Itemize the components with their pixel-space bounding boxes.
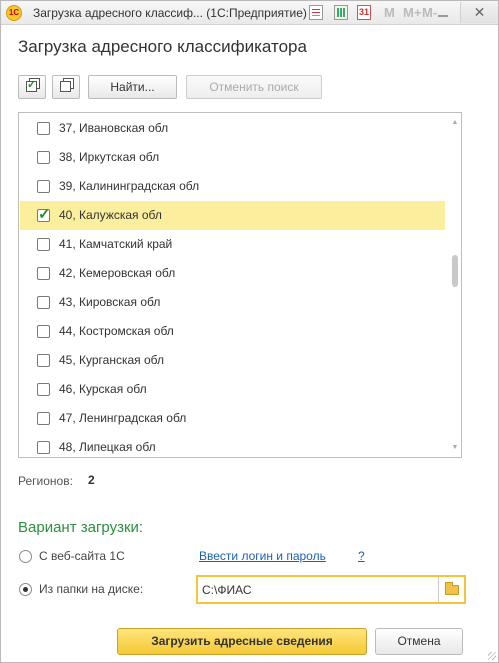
region-checkbox[interactable] [37,441,50,454]
region-checkbox[interactable] [37,354,50,367]
list-item[interactable]: 46, Курская обл [20,375,445,404]
list-item[interactable]: 42, Кемеровская обл [20,259,445,288]
region-label: 39, Калининградская обл [59,179,200,193]
uncheck-all-button[interactable] [52,75,80,99]
document-icon[interactable] [309,5,323,20]
window-title: Загрузка адресного классиф... (1С:Предпр… [33,6,307,20]
cancel-search-button[interactable]: Отменить поиск [186,75,322,99]
list-item-selected[interactable]: 40, Калужская обл [20,201,445,230]
region-label: 37, Ивановская обл [59,121,169,135]
region-checkbox[interactable] [37,238,50,251]
radio-folder[interactable] [19,583,32,596]
region-checkbox[interactable] [37,122,50,135]
list-item[interactable]: 47, Ленинградская обл [20,404,445,433]
region-label: 48, Липецкая обл [59,440,156,454]
memory-add-button[interactable]: M+ [403,5,421,20]
regions-count-value: 2 [88,473,95,487]
region-label: 45, Курганская обл [59,353,164,367]
list-item[interactable]: 44, Костромская обл [20,317,445,346]
region-checkbox[interactable] [37,180,50,193]
check-all-icon [26,78,37,92]
list-item[interactable]: 45, Курганская обл [20,346,445,375]
regions-list[interactable]: 37, Ивановская обл 38, Иркутская обл 39,… [18,112,462,458]
help-link[interactable]: ? [358,549,365,563]
scroll-down-arrow-icon[interactable]: ▼ [450,444,460,452]
minimize-button[interactable] [438,7,448,17]
list-item[interactable]: 37, Ивановская обл [20,114,445,143]
region-label: 40, Калужская обл [59,208,162,222]
region-checkbox-checked[interactable] [37,205,51,223]
radio-web-site[interactable] [19,550,32,563]
title-bar[interactable]: 1С Загрузка адресного классиф... (1С:Пре… [1,1,498,25]
region-label: 38, Иркутская обл [59,150,160,164]
browse-folder-button[interactable] [438,577,464,602]
folder-path-field[interactable] [196,575,466,604]
resize-grip[interactable] [488,652,496,660]
list-item[interactable]: 41, Камчатский край [20,230,445,259]
load-variant-title: Вариант загрузки: [18,519,144,536]
dialog-window: 1С Загрузка адресного классиф... (1С:Пре… [0,0,499,663]
uncheck-all-icon [60,81,71,92]
memory-button[interactable]: M [384,5,395,20]
calendar-icon[interactable]: 31 [357,5,371,20]
folder-path-input[interactable] [202,581,432,599]
region-label: 42, Кемеровская обл [59,266,176,280]
region-checkbox[interactable] [37,412,50,425]
region-checkbox[interactable] [37,296,50,309]
enter-login-link[interactable]: Ввести логин и пароль [199,549,326,563]
region-label: 47, Ленинградская обл [59,411,187,425]
region-label: 44, Костромская обл [59,324,174,338]
calendar-day: 31 [358,7,369,17]
region-label: 46, Курская обл [59,382,147,396]
regions-count-label: Регионов: [18,474,73,488]
app-logo-icon[interactable]: 1С [6,5,22,21]
form-title: Загрузка адресного классификатора [18,37,307,56]
list-item[interactable]: 43, Кировская обл [20,288,445,317]
folder-icon [445,582,459,595]
radio-web-site-label[interactable]: С веб-сайта 1С [39,549,125,563]
list-item[interactable]: 39, Калининградская обл [20,172,445,201]
region-checkbox[interactable] [37,325,50,338]
region-checkbox[interactable] [37,151,50,164]
check-all-button[interactable] [18,75,46,99]
find-button[interactable]: Найти... [88,75,177,99]
region-label: 41, Камчатский край [59,237,173,251]
radio-folder-label[interactable]: Из папки на диске: [39,582,143,596]
region-label: 43, Кировская обл [59,295,161,309]
scrollbar-thumb[interactable] [452,255,458,287]
scroll-up-arrow-icon[interactable]: ▲ [450,119,460,127]
close-button[interactable]: ✕ [460,2,498,23]
cancel-button[interactable]: Отмена [375,628,463,655]
list-item[interactable]: 38, Иркутская обл [20,143,445,172]
load-address-data-button[interactable]: Загрузить адресные сведения [117,628,367,655]
region-checkbox[interactable] [37,267,50,280]
calculator-icon[interactable] [334,5,348,20]
region-checkbox[interactable] [37,383,50,396]
list-item[interactable]: 48, Липецкая обл [20,433,445,457]
memory-subtract-button[interactable]: M- [422,5,437,20]
